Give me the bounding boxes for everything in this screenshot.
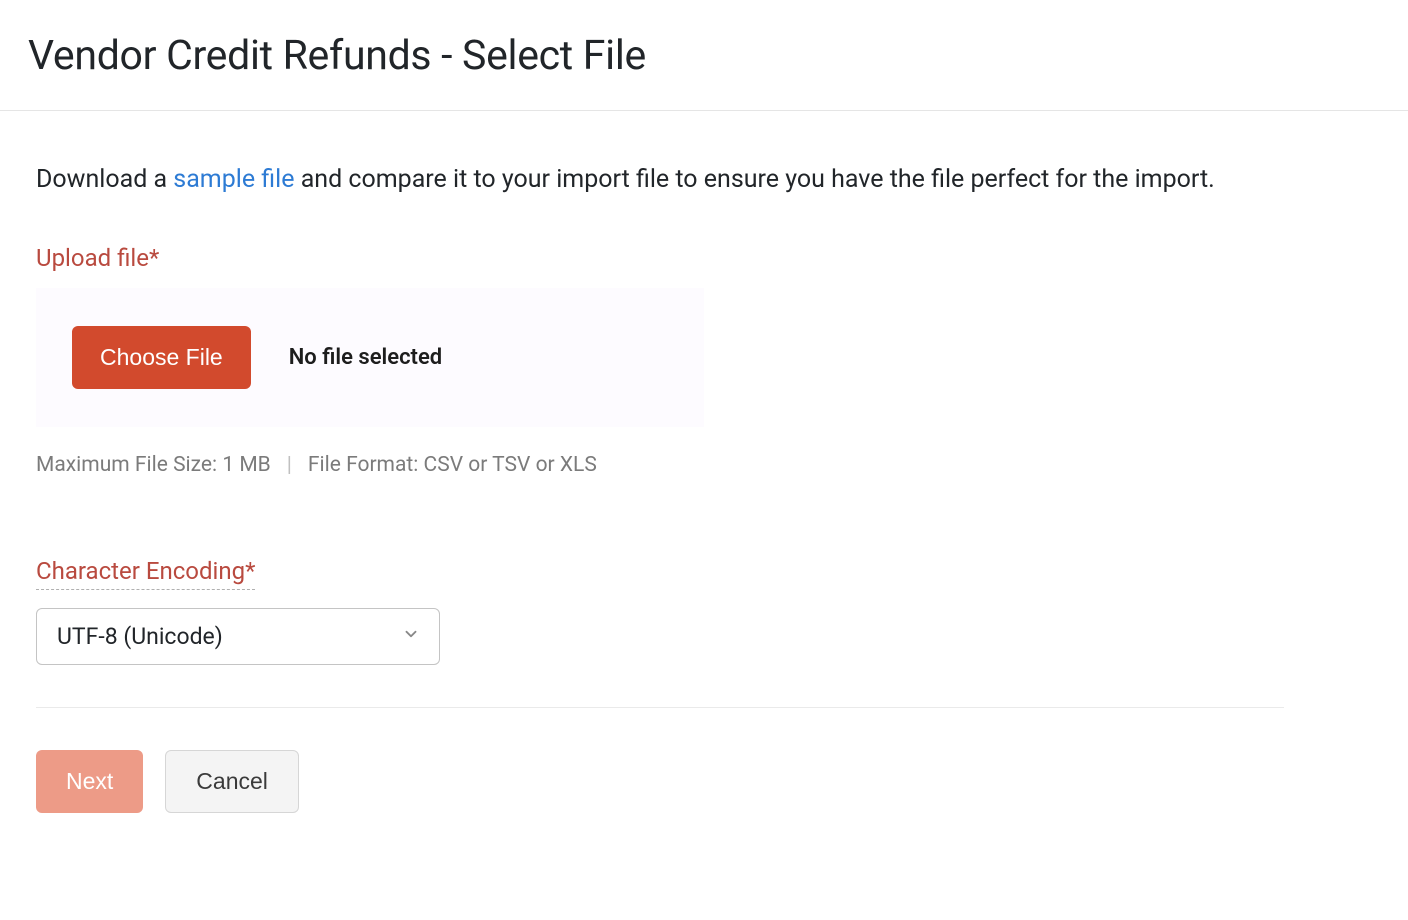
- encoding-select-wrapper: UTF-8 (Unicode): [36, 608, 440, 665]
- no-file-selected-text: No file selected: [289, 345, 442, 370]
- file-info-row: Maximum File Size: 1 MB | File Format: C…: [36, 453, 1284, 477]
- helper-text: Download a sample file and compare it to…: [36, 161, 1284, 200]
- helper-prefix: Download a: [36, 165, 173, 194]
- next-button[interactable]: Next: [36, 750, 143, 813]
- upload-section: Upload file* Choose File No file selecte…: [36, 244, 1284, 477]
- upload-file-label: Upload file*: [36, 244, 1284, 272]
- sample-file-link[interactable]: sample file: [173, 165, 294, 194]
- character-encoding-select[interactable]: UTF-8 (Unicode): [36, 608, 440, 665]
- separator: |: [287, 453, 292, 477]
- upload-box: Choose File No file selected: [36, 288, 704, 427]
- content-area: Download a sample file and compare it to…: [0, 111, 1320, 843]
- page-title: Vendor Credit Refunds - Select File: [28, 32, 1380, 80]
- footer-actions: Next Cancel: [36, 707, 1284, 813]
- encoding-section: Character Encoding* UTF-8 (Unicode): [36, 557, 1284, 665]
- file-format-text: File Format: CSV or TSV or XLS: [308, 453, 597, 477]
- max-file-size-text: Maximum File Size: 1 MB: [36, 453, 271, 477]
- page-header: Vendor Credit Refunds - Select File: [0, 0, 1408, 111]
- character-encoding-label: Character Encoding*: [36, 557, 255, 590]
- cancel-button[interactable]: Cancel: [165, 750, 299, 813]
- choose-file-button[interactable]: Choose File: [72, 326, 251, 389]
- encoding-selected-value: UTF-8 (Unicode): [57, 623, 223, 650]
- helper-suffix: and compare it to your import file to en…: [295, 165, 1215, 194]
